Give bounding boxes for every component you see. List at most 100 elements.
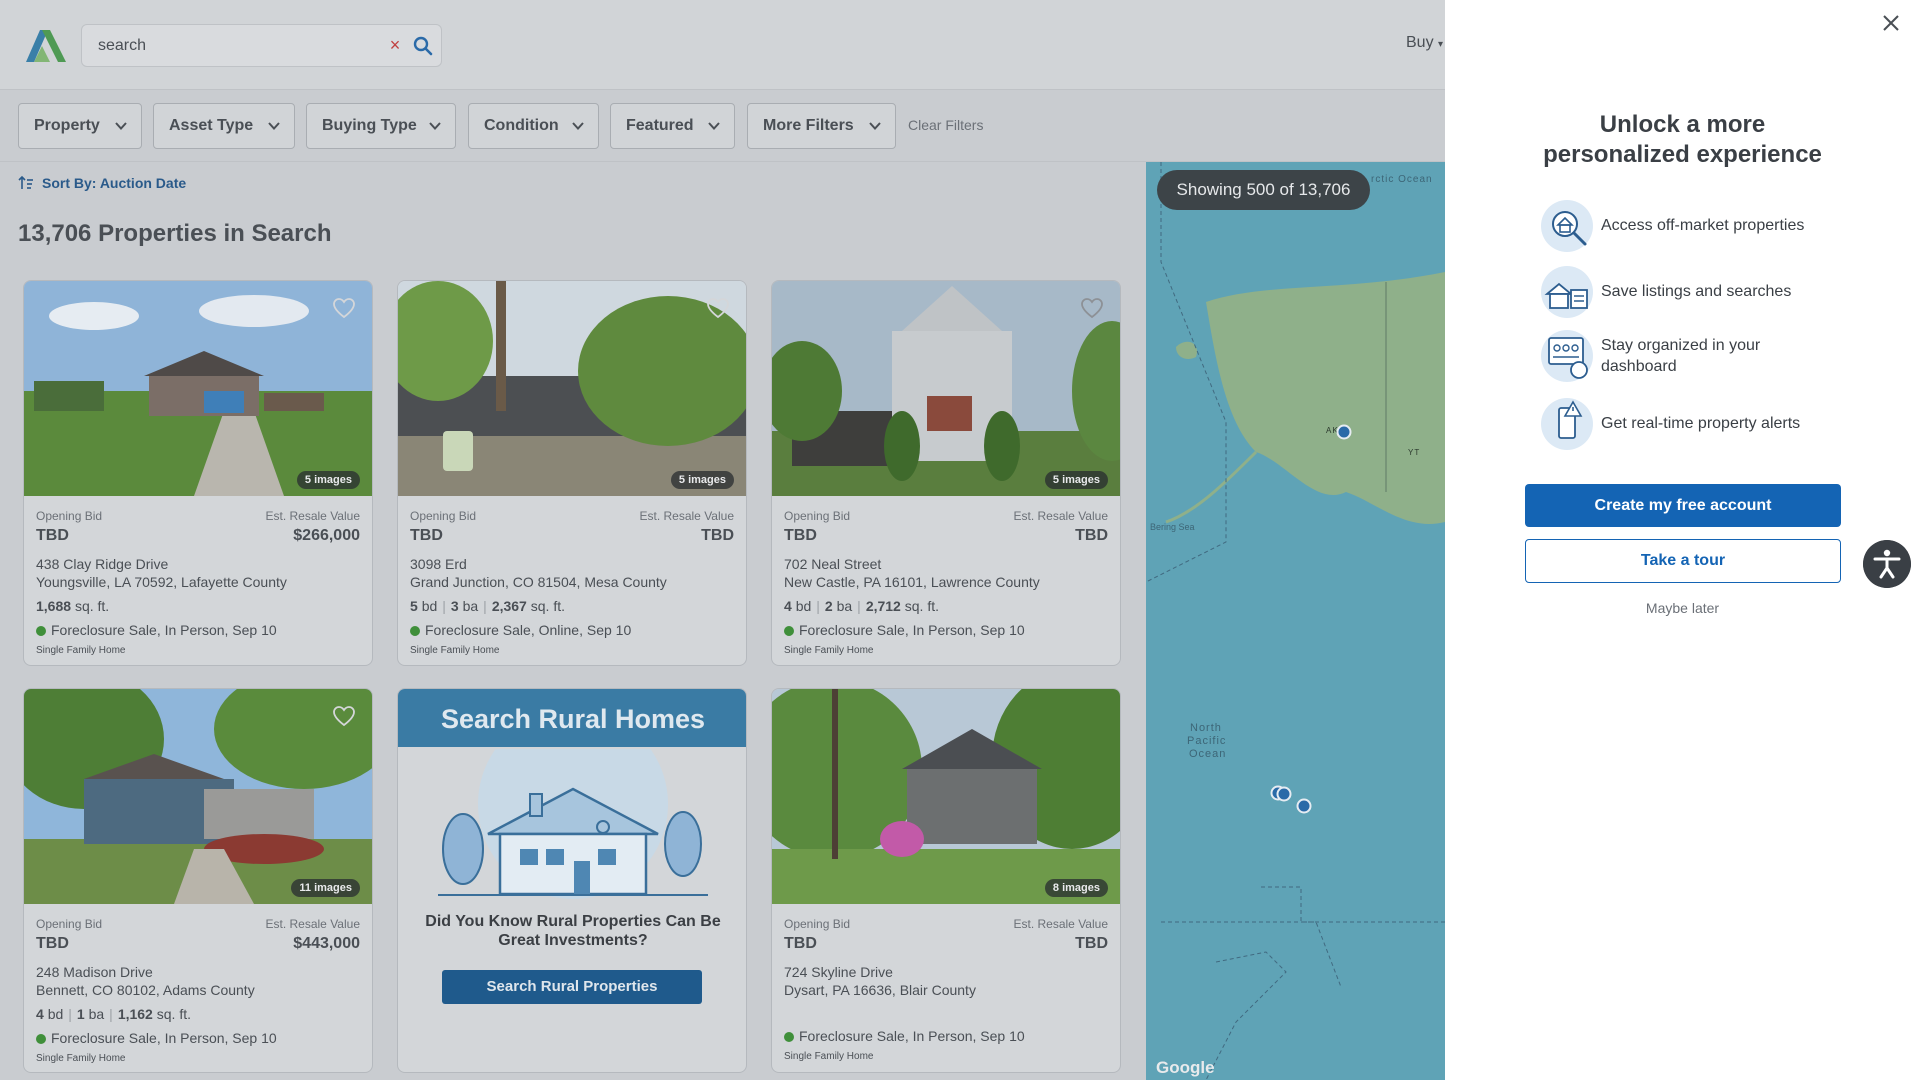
status-dot-icon bbox=[784, 626, 794, 636]
chevron-down-icon bbox=[708, 122, 720, 130]
map-pin[interactable] bbox=[1276, 786, 1292, 802]
opening-bid-label: Opening Bid bbox=[410, 509, 477, 523]
feature-dashboard: Stay organized in your dashboard bbox=[1539, 328, 1839, 388]
favorite-heart-icon[interactable] bbox=[706, 297, 730, 319]
chevron-down-icon bbox=[572, 122, 584, 130]
property-photo[interactable] bbox=[772, 689, 1121, 904]
street-address: 702 Neal Street bbox=[784, 556, 882, 572]
results-showing-badge: Showing 500 of 13,706 bbox=[1157, 170, 1370, 210]
property-card[interactable]: 5 images Opening Bid Est. Resale Value T… bbox=[771, 280, 1121, 666]
property-card[interactable]: 5 images Opening Bid Est. Resale Value T… bbox=[397, 280, 747, 666]
sale-text: Foreclosure Sale, In Person, Sep 10 bbox=[799, 622, 1025, 638]
favorite-heart-icon[interactable] bbox=[332, 297, 356, 319]
sale-info: Foreclosure Sale, In Person, Sep 10 bbox=[784, 622, 1025, 638]
sqft-value: 1,162 bbox=[117, 1006, 153, 1022]
favorite-heart-icon[interactable] bbox=[332, 705, 356, 727]
resale-value: $266,000 bbox=[293, 527, 360, 544]
search-input-value[interactable]: search bbox=[98, 37, 146, 55]
app-logo-icon[interactable] bbox=[22, 26, 68, 64]
city-address: Youngsville, LA 70592, Lafayette County bbox=[36, 574, 287, 590]
create-account-button[interactable]: Create my free account bbox=[1525, 484, 1841, 527]
filter-label: Buying Type bbox=[322, 117, 417, 134]
map-pin[interactable] bbox=[1336, 424, 1352, 440]
property-type: Single Family Home bbox=[410, 645, 500, 656]
phone-alert-icon bbox=[1541, 398, 1593, 450]
map-land-shapes bbox=[1146, 162, 1445, 1080]
opening-bid-value: TBD bbox=[784, 935, 817, 952]
sale-info: Foreclosure Sale, In Person, Sep 10 bbox=[36, 622, 277, 638]
maybe-later-link[interactable]: Maybe later bbox=[1445, 600, 1920, 616]
image-count-badge: 5 images bbox=[296, 471, 360, 489]
filter-buying-type[interactable]: Buying Type bbox=[306, 103, 456, 149]
panel-title-line1: Unlock a more bbox=[1599, 111, 1766, 138]
feature-text: Get real-time property alerts bbox=[1601, 415, 1801, 432]
beds-unit: bd bbox=[47, 1006, 64, 1022]
search-icon[interactable] bbox=[412, 35, 434, 57]
sqft-value: 2,712 bbox=[865, 598, 901, 614]
divider: | bbox=[816, 598, 820, 614]
sale-info: Foreclosure Sale, In Person, Sep 10 bbox=[36, 1030, 277, 1046]
street-address: 3098 Erd bbox=[410, 556, 467, 572]
search-input[interactable]: search × bbox=[81, 24, 442, 67]
filter-property[interactable]: Property bbox=[18, 103, 142, 149]
beds-value: 4 bbox=[36, 1006, 44, 1022]
property-photo[interactable] bbox=[24, 689, 373, 904]
accessibility-icon[interactable] bbox=[1863, 540, 1911, 588]
search-rural-properties-button[interactable]: Search Rural Properties bbox=[442, 970, 702, 1004]
results-count: 13,706 Properties in Search bbox=[18, 220, 332, 247]
filter-label: More Filters bbox=[763, 117, 854, 134]
close-icon[interactable] bbox=[1880, 12, 1902, 34]
divider: | bbox=[442, 598, 446, 614]
baths-unit: ba bbox=[88, 1006, 105, 1022]
buy-menu[interactable]: Buy ▾ bbox=[1406, 34, 1443, 52]
image-count-badge: 5 images bbox=[670, 471, 734, 489]
chevron-down-icon: ▾ bbox=[1438, 39, 1444, 50]
sort-by-button[interactable]: Sort By: Auction Date bbox=[18, 175, 186, 191]
feature-text: Access off-market properties bbox=[1601, 217, 1805, 234]
map-label-pacific-1: North bbox=[1190, 722, 1222, 734]
property-photo[interactable] bbox=[398, 281, 747, 496]
map-view[interactable]: Showing 500 of 13,706 rctic Ocean AK YT … bbox=[1146, 162, 1445, 1080]
property-type: Single Family Home bbox=[784, 645, 874, 656]
take-tour-button[interactable]: Take a tour bbox=[1525, 539, 1841, 583]
map-pin[interactable] bbox=[1296, 798, 1312, 814]
property-card[interactable]: 11 images Opening Bid Est. Resale Value … bbox=[23, 688, 373, 1073]
favorite-heart-icon[interactable] bbox=[1080, 297, 1104, 319]
filter-condition[interactable]: Condition bbox=[468, 103, 599, 149]
divider: | bbox=[109, 1006, 113, 1022]
sale-text: Foreclosure Sale, In Person, Sep 10 bbox=[51, 622, 277, 638]
status-dot-icon bbox=[36, 1034, 46, 1044]
sale-text: Foreclosure Sale, In Person, Sep 10 bbox=[799, 1028, 1025, 1044]
sale-info: Foreclosure Sale, Online, Sep 10 bbox=[410, 622, 631, 638]
signup-panel: Unlock a more personalized experience Acc… bbox=[1445, 0, 1920, 1080]
clear-search-icon[interactable]: × bbox=[384, 34, 406, 56]
beds-value: 4 bbox=[784, 598, 792, 614]
clear-filters-link[interactable]: Clear Filters bbox=[908, 117, 983, 133]
feature-save-listings: Save listings and searches bbox=[1539, 264, 1839, 320]
filter-label: Featured bbox=[626, 117, 694, 134]
property-specs: 5 bd | 3 ba | 2,367 sq. ft. bbox=[410, 598, 565, 614]
property-photo[interactable] bbox=[24, 281, 373, 496]
city-address: Dysart, PA 16636, Blair County bbox=[784, 982, 976, 998]
filter-featured[interactable]: Featured bbox=[610, 103, 735, 149]
property-photo[interactable] bbox=[772, 281, 1121, 496]
image-count-badge: 5 images bbox=[1044, 471, 1108, 489]
sort-icon bbox=[18, 175, 33, 189]
filter-more-filters[interactable]: More Filters bbox=[747, 103, 896, 149]
chevron-down-icon bbox=[115, 122, 127, 130]
property-card[interactable]: 5 images Opening Bid Est. Resale Value T… bbox=[23, 280, 373, 666]
divider: | bbox=[68, 1006, 72, 1022]
dashboard-icon bbox=[1541, 330, 1593, 382]
status-dot-icon bbox=[36, 626, 46, 636]
status-dot-icon bbox=[410, 626, 420, 636]
property-card[interactable]: 8 images Opening Bid Est. Resale Value T… bbox=[771, 688, 1121, 1073]
filter-label: Asset Type bbox=[169, 117, 254, 134]
map-label-yt: YT bbox=[1408, 448, 1421, 457]
sale-text: Foreclosure Sale, In Person, Sep 10 bbox=[51, 1030, 277, 1046]
beds-unit: bd bbox=[421, 598, 438, 614]
filter-asset-type[interactable]: Asset Type bbox=[153, 103, 295, 149]
opening-bid-label: Opening Bid bbox=[36, 509, 103, 523]
property-specs: 4 bd | 2 ba | 2,712 sq. ft. bbox=[784, 598, 939, 614]
chevron-down-icon bbox=[268, 122, 280, 130]
baths-unit: ba bbox=[462, 598, 479, 614]
